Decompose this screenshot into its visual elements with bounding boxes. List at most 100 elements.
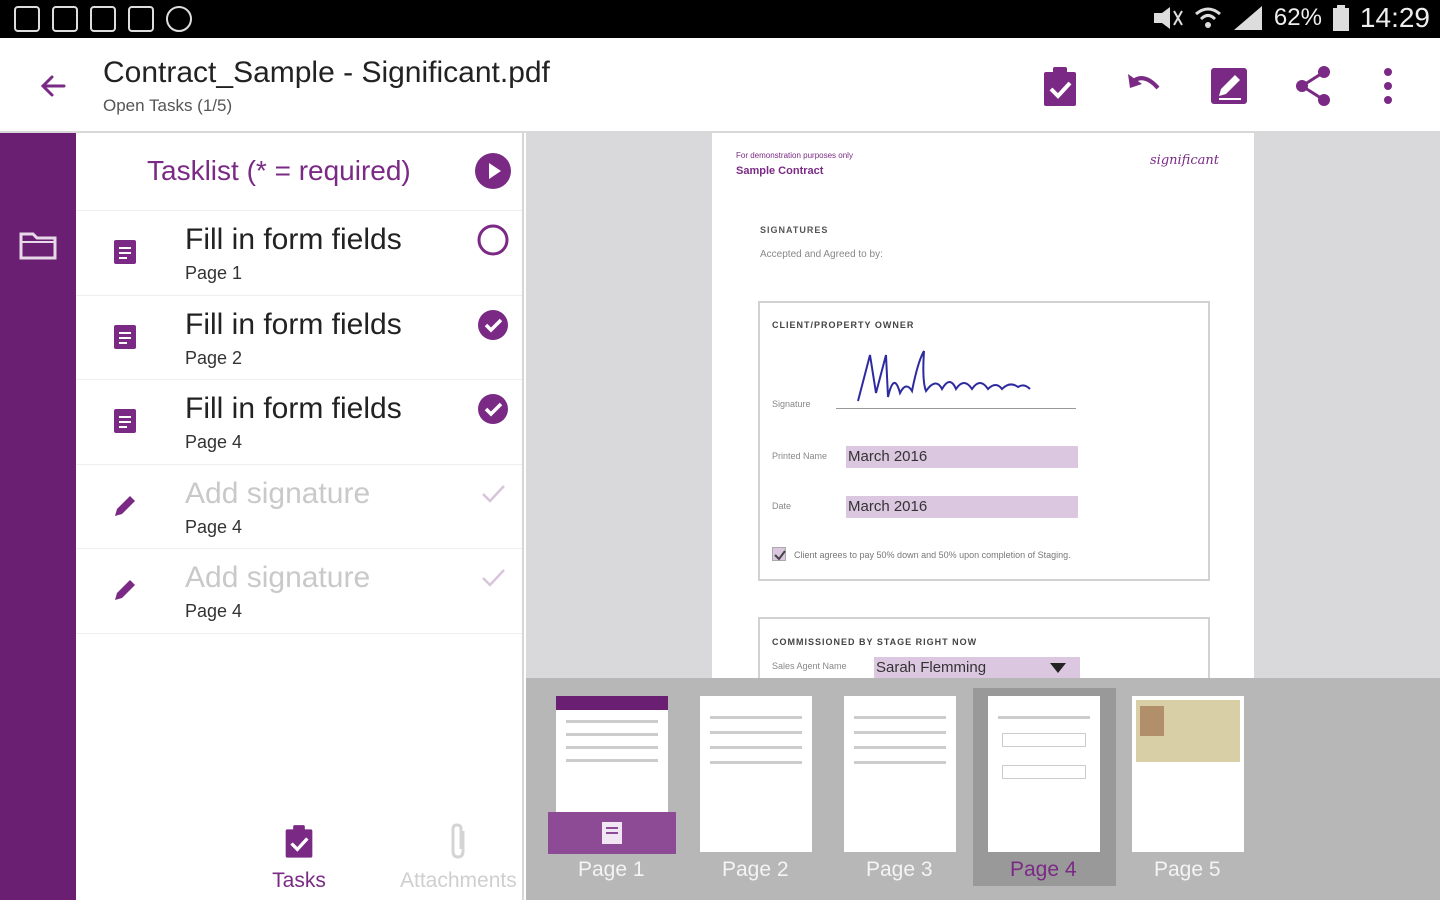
commission-box: Commissioned by Stage Right Now Sales Ag… bbox=[758, 617, 1210, 678]
handwritten-signature[interactable] bbox=[852, 341, 1042, 411]
signal-icon bbox=[1233, 6, 1262, 30]
thumbnail-label: Page 4 bbox=[1010, 858, 1077, 881]
form-icon bbox=[110, 322, 140, 352]
thumb-line bbox=[998, 716, 1090, 719]
signature-label: Signature bbox=[772, 399, 811, 409]
date-field[interactable]: March 2016 bbox=[846, 496, 1078, 518]
edit-sign-icon[interactable] bbox=[1205, 62, 1253, 110]
play-tasks-icon[interactable] bbox=[474, 152, 512, 190]
task-label: Fill in form fields bbox=[185, 392, 402, 425]
thumb-line bbox=[566, 759, 658, 762]
notification-icon bbox=[52, 6, 78, 32]
tasklist-title: Tasklist (* = required) bbox=[147, 155, 411, 186]
thumbnail-page-5[interactable] bbox=[1132, 696, 1244, 852]
printed-name-label: Printed Name bbox=[772, 451, 828, 461]
task-row[interactable]: Fill in form fields Page 4 bbox=[76, 380, 522, 465]
thumb-line bbox=[566, 733, 658, 736]
sales-agent-select[interactable]: Sarah Flemming bbox=[874, 657, 1080, 678]
document-title: Contract_Sample - Significant.pdf bbox=[103, 56, 550, 89]
task-status-icon[interactable] bbox=[476, 392, 510, 426]
box2-title: Commissioned by Stage Right Now bbox=[772, 637, 978, 647]
task-status-icon[interactable] bbox=[476, 223, 510, 257]
share-icon[interactable] bbox=[1290, 62, 1338, 110]
tab-tasks[interactable]: Tasks bbox=[254, 821, 344, 893]
doc-header-title: Sample Contract bbox=[736, 165, 824, 177]
task-page: Page 4 bbox=[185, 516, 243, 537]
open-tasks-count: Open Tasks (1/5) bbox=[103, 96, 233, 115]
doc-section: Signatures bbox=[760, 225, 829, 235]
clock: 14:29 bbox=[1359, 2, 1430, 33]
agreement-checkbox[interactable] bbox=[772, 547, 786, 561]
tab-attachments[interactable]: Attachments bbox=[394, 821, 524, 893]
notification-icon bbox=[166, 6, 192, 32]
thumb-line bbox=[854, 716, 946, 719]
thumbnail-page-4[interactable] bbox=[988, 696, 1100, 852]
thumb-line bbox=[710, 761, 802, 764]
wifi-icon bbox=[1194, 7, 1221, 28]
form-icon bbox=[110, 406, 140, 436]
folder-icon[interactable] bbox=[18, 228, 58, 262]
thumb-line bbox=[710, 731, 802, 734]
current-page-marker bbox=[548, 812, 676, 854]
task-row[interactable]: Add signature Page 4 bbox=[76, 549, 522, 634]
client-signature-box: Client/Property Owner Signature Printed … bbox=[758, 301, 1210, 581]
thumbnail-page-3[interactable] bbox=[844, 696, 956, 852]
page-icon bbox=[602, 822, 622, 844]
page-thumbnails: Page 1 Page 2 Page 3 Page 4 Page 5 bbox=[526, 678, 1440, 900]
task-label: Fill in form fields bbox=[185, 223, 402, 256]
thumbnail-label: Page 2 bbox=[722, 858, 789, 881]
system-indicators: 62% 14:29 bbox=[1150, 2, 1430, 34]
task-label: Add signature bbox=[185, 561, 371, 594]
battery-icon bbox=[1332, 5, 1349, 31]
task-status-icon[interactable] bbox=[476, 308, 510, 342]
thumb-line bbox=[854, 731, 946, 734]
thumb-line bbox=[854, 746, 946, 749]
agreement-text: Client agrees to pay 50% down and 50% up… bbox=[794, 550, 1071, 560]
tasklist-panel: Tasklist (* = required) Fill in form fie… bbox=[76, 133, 524, 900]
mute-icon bbox=[1153, 7, 1183, 29]
tab-tasks-label: Tasks bbox=[272, 869, 326, 892]
sales-agent-label: Sales Agent Name bbox=[772, 661, 847, 671]
task-page: Page 2 bbox=[185, 347, 243, 368]
id-card-image bbox=[1136, 700, 1240, 762]
pen-icon bbox=[110, 575, 140, 605]
task-row[interactable]: Add signature Page 4 bbox=[76, 465, 522, 549]
task-row[interactable]: Fill in form fields Page 2 bbox=[76, 296, 522, 380]
more-vert-icon[interactable] bbox=[1364, 62, 1412, 110]
thumb-line bbox=[710, 716, 802, 719]
task-status-icon[interactable] bbox=[476, 561, 510, 595]
notification-icon bbox=[128, 6, 154, 32]
sales-agent-value: Sarah Flemming bbox=[876, 659, 987, 676]
task-status-icon[interactable] bbox=[476, 477, 510, 511]
thumb-line bbox=[854, 761, 946, 764]
id-photo bbox=[1140, 706, 1164, 736]
back-arrow-icon[interactable] bbox=[34, 66, 74, 106]
task-label: Fill in form fields bbox=[185, 307, 402, 341]
printed-name-field[interactable]: March 2016 bbox=[846, 446, 1078, 468]
notification-icons bbox=[14, 6, 192, 32]
task-page: Page 4 bbox=[185, 432, 243, 452]
tasklist-header: Tasklist (* = required) bbox=[76, 133, 522, 211]
thumbnail-label: Page 1 bbox=[578, 858, 645, 881]
task-page: Page 4 bbox=[185, 601, 243, 621]
app-bar: Contract_Sample - Significant.pdf Open T… bbox=[0, 38, 1440, 133]
task-label: Add signature bbox=[185, 476, 371, 510]
task-page: Page 1 bbox=[185, 263, 243, 283]
thumbnail-page-2[interactable] bbox=[700, 696, 812, 852]
thumb-header bbox=[556, 696, 668, 710]
thumb-box bbox=[1002, 765, 1086, 779]
thumb-line bbox=[710, 746, 802, 749]
undo-icon[interactable] bbox=[1120, 62, 1168, 110]
checkmark-icon bbox=[774, 550, 786, 561]
thumb-line bbox=[566, 720, 658, 723]
thumbnail-label: Page 3 bbox=[866, 858, 933, 881]
pdf-page: For demonstration purposes only Sample C… bbox=[712, 133, 1254, 678]
task-check-icon[interactable] bbox=[1036, 62, 1084, 110]
form-icon bbox=[110, 237, 140, 267]
dropdown-arrow-icon bbox=[1050, 663, 1066, 673]
task-list: Fill in form fields Page 1 Fill in form fi… bbox=[76, 211, 522, 634]
document-viewer[interactable]: For demonstration purposes only Sample C… bbox=[526, 133, 1440, 678]
doc-header-small: For demonstration purposes only bbox=[736, 151, 853, 160]
task-row[interactable]: Fill in form fields Page 1 bbox=[76, 211, 522, 296]
doc-logo: significant bbox=[1150, 153, 1219, 168]
